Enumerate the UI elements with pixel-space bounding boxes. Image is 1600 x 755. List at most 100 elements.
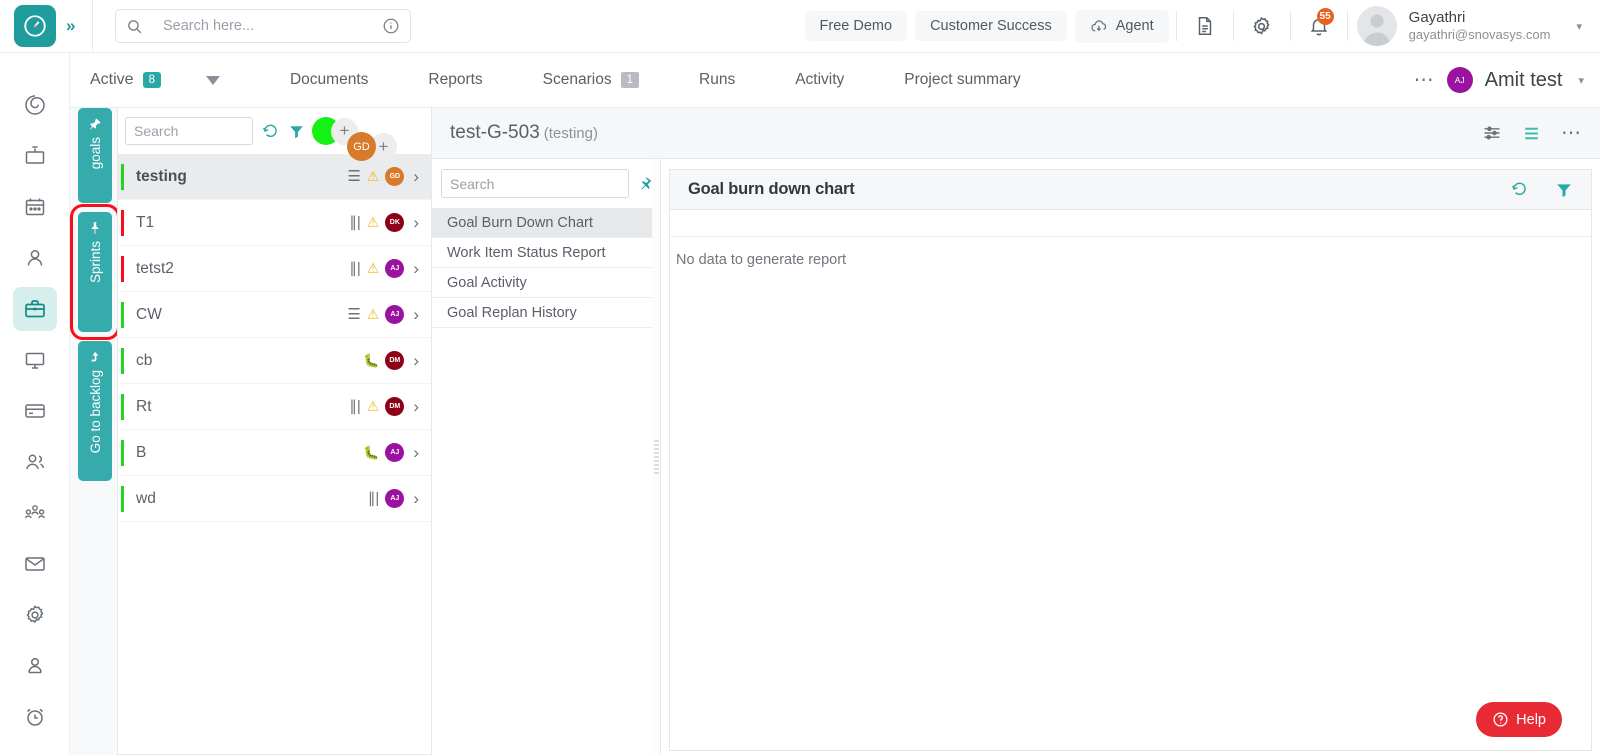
bug-icon[interactable]: 🐛	[363, 353, 379, 369]
tab-activity[interactable]: Activity	[765, 71, 874, 89]
member-avatar-gd[interactable]: GD	[347, 132, 376, 161]
goal-row-t1[interactable]: T1 ∥| ⚠ DK ›	[118, 200, 431, 246]
chevron-right-icon[interactable]: ›	[413, 351, 419, 371]
project-avatar[interactable]: AJ	[1447, 67, 1473, 93]
goal-avatar[interactable]: AJ	[385, 489, 404, 508]
ellipsis-icon[interactable]: ⋯	[1414, 75, 1435, 85]
goal-row-cb[interactable]: cb 🐛 DM ›	[118, 338, 431, 384]
customer-success-button[interactable]: Customer Success	[915, 11, 1067, 41]
sliders-icon[interactable]	[1482, 123, 1502, 143]
bug-icon[interactable]: 🐛	[363, 445, 379, 461]
avatar[interactable]	[1357, 6, 1397, 46]
rail-item-users[interactable]	[13, 440, 57, 484]
tab-reports-label: Reports	[428, 71, 482, 89]
notifications-button[interactable]: 55	[1294, 0, 1344, 53]
tab-documents-label: Documents	[290, 71, 368, 89]
vtab-sprints[interactable]: Sprints	[78, 212, 112, 332]
rail-item-user[interactable]	[13, 236, 57, 280]
goal-avatar[interactable]: AJ	[385, 259, 404, 278]
chevron-right-icon[interactable]: ›	[413, 397, 419, 417]
refresh-icon[interactable]	[261, 122, 280, 141]
warning-icon[interactable]: ⚠	[367, 306, 380, 323]
chevron-right-icon[interactable]: ›	[413, 259, 419, 279]
goal-row-wd[interactable]: wd ∥| AJ ›	[118, 476, 431, 522]
report-item-goal-burn-down-chart[interactable]: Goal Burn Down Chart	[432, 208, 659, 238]
warning-icon[interactable]: ⚠	[367, 398, 380, 415]
goal-row-b[interactable]: B 🐛 AJ ›	[118, 430, 431, 476]
vtab-goals[interactable]: goals	[78, 108, 112, 203]
rail-item-monitor[interactable]	[13, 338, 57, 382]
goal-avatar[interactable]: DM	[385, 351, 404, 370]
info-icon[interactable]	[382, 17, 400, 35]
refresh-icon[interactable]	[1510, 180, 1529, 199]
active-filter-group[interactable]: Active 8	[70, 71, 161, 89]
rail-item-briefcase[interactable]	[13, 287, 57, 331]
tab-documents[interactable]: Documents	[260, 71, 398, 89]
rail-item-alarm-clock[interactable]	[13, 695, 57, 739]
vtab-go-to-backlog[interactable]: Go to backlog	[78, 341, 112, 481]
goal-status-bar	[121, 440, 124, 466]
rail-item-mail[interactable]	[13, 542, 57, 586]
tab-scenarios[interactable]: Scenarios 1	[513, 71, 669, 89]
warning-icon[interactable]: ⚠	[367, 260, 380, 277]
chart-subheader	[670, 210, 1591, 237]
rail-item-calendar[interactable]	[13, 185, 57, 229]
tab-runs[interactable]: Runs	[669, 71, 765, 89]
report-item-goal-activity[interactable]: Goal Activity	[432, 268, 659, 298]
goals-search-input[interactable]	[125, 117, 253, 145]
user-info[interactable]: Gayathri gayathri@snovasys.com	[1409, 9, 1551, 44]
bars-icon[interactable]: ∥|	[349, 215, 360, 230]
rail-item-settings[interactable]	[13, 593, 57, 637]
documents-button[interactable]	[1180, 0, 1230, 53]
goal-row-cw[interactable]: CW ☰ ⚠ AJ ›	[118, 292, 431, 338]
filter-icon[interactable]	[288, 123, 305, 140]
global-search[interactable]	[115, 9, 411, 43]
reports-search-input[interactable]	[441, 169, 629, 198]
settings-button[interactable]	[1237, 0, 1287, 53]
report-item-work-item-status-report[interactable]: Work Item Status Report	[432, 238, 659, 268]
goal-avatar[interactable]: DM	[385, 397, 404, 416]
goal-avatar[interactable]: GD	[385, 167, 404, 186]
lines-icon[interactable]: ☰	[347, 169, 360, 184]
goal-row-tetst2[interactable]: tetst2 ∥| ⚠ AJ ›	[118, 246, 431, 292]
search-input[interactable]	[143, 18, 382, 34]
rail-item-person-badge[interactable]	[13, 644, 57, 688]
app-logo[interactable]	[14, 5, 56, 47]
goal-avatar[interactable]: AJ	[385, 305, 404, 324]
bars-icon[interactable]: ∥|	[349, 399, 360, 414]
ellipsis-icon[interactable]: ⋯	[1561, 128, 1582, 138]
rail-item-team[interactable]	[13, 491, 57, 535]
goal-avatar[interactable]: DK	[385, 213, 404, 232]
agent-button[interactable]: Agent	[1075, 10, 1169, 43]
project-name[interactable]: Amit test	[1485, 69, 1563, 92]
chevron-right-icon[interactable]: ›	[413, 443, 419, 463]
goal-row-rt[interactable]: Rt ∥| ⚠ DM ›	[118, 384, 431, 430]
report-item-goal-replan-history[interactable]: Goal Replan History	[432, 298, 659, 328]
tab-reports[interactable]: Reports	[398, 71, 512, 89]
goal-avatar[interactable]: AJ	[385, 443, 404, 462]
chevron-right-icon[interactable]: ›	[413, 167, 419, 187]
project-caret-icon[interactable]: ▾	[1578, 74, 1584, 87]
free-demo-button[interactable]: Free Demo	[805, 11, 908, 41]
bars-icon[interactable]: ∥|	[349, 261, 360, 276]
chevron-right-icon[interactable]: ›	[413, 489, 419, 509]
list-view-icon[interactable]	[1522, 124, 1541, 143]
filter-icon[interactable]	[1555, 181, 1573, 199]
chevron-right-icon[interactable]: ›	[413, 213, 419, 233]
chevron-down-icon[interactable]	[206, 76, 220, 85]
warning-icon[interactable]: ⚠	[367, 214, 380, 231]
user-menu-caret-icon[interactable]: ▾	[1576, 20, 1582, 33]
rail-item-credit-card[interactable]	[13, 389, 57, 433]
bars-icon[interactable]: ∥|	[368, 491, 379, 506]
chevrons-right-icon[interactable]: »	[66, 16, 92, 36]
chevron-right-icon[interactable]: ›	[413, 305, 419, 325]
tab-project-summary[interactable]: Project summary	[874, 71, 1050, 89]
lines-icon[interactable]: ☰	[347, 307, 360, 322]
panel-splitter[interactable]	[652, 159, 661, 755]
goal-status-bar	[121, 256, 124, 282]
rail-item-presentation[interactable]	[13, 134, 57, 178]
goal-row-testing[interactable]: testing ☰ ⚠ GD ›	[118, 154, 431, 200]
warning-icon[interactable]: ⚠	[367, 168, 380, 185]
rail-item-target-spiral[interactable]	[13, 83, 57, 127]
help-button[interactable]: Help	[1476, 702, 1562, 737]
